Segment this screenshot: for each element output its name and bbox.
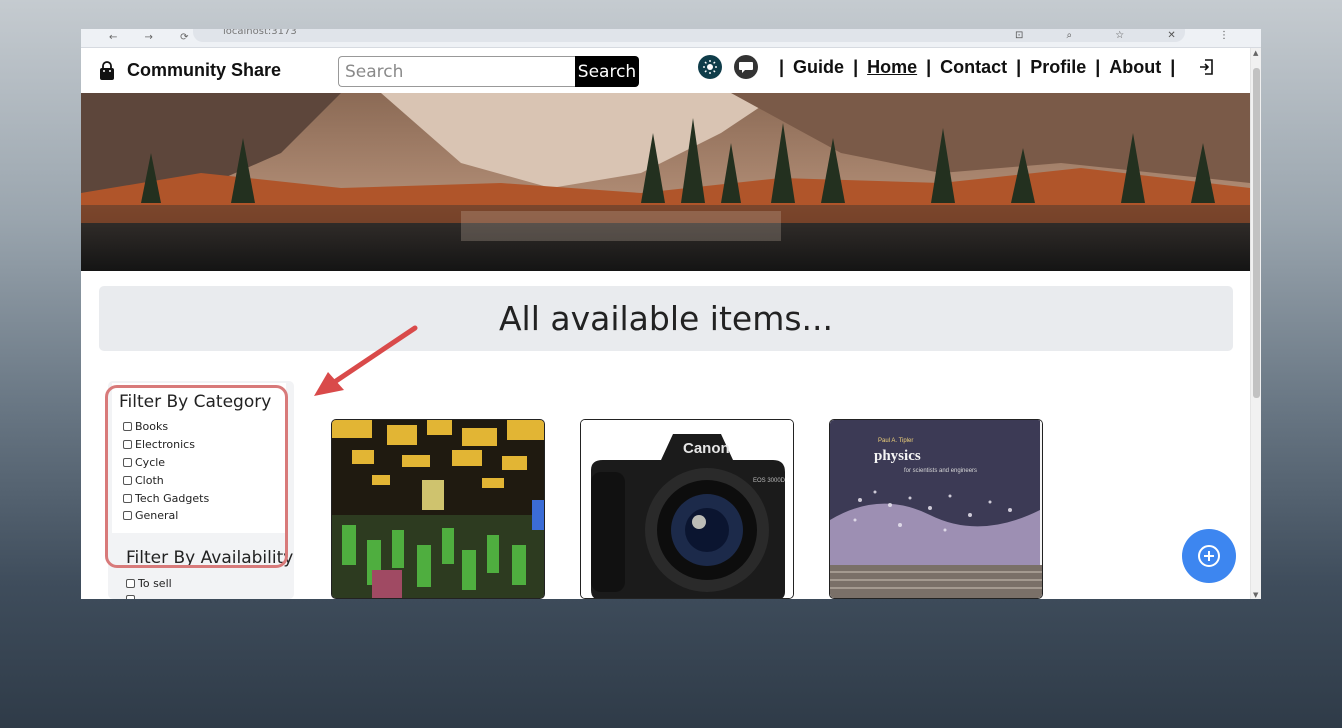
chat-bubble-icon[interactable]	[734, 55, 758, 79]
scroll-up-icon[interactable]: ▲	[1253, 49, 1258, 57]
nav-link-contact[interactable]: Contact	[940, 57, 1007, 78]
checkbox[interactable]	[126, 595, 135, 599]
page-scrollbar[interactable]: ▲ ▼	[1250, 48, 1261, 599]
checkbox-label: To sell	[138, 577, 172, 590]
search-button[interactable]: Search	[575, 56, 639, 87]
item-card-camera[interactable]: Canon EOS 3000D	[580, 419, 794, 599]
availability-checkbox-to-sell[interactable]: To sell	[126, 577, 172, 590]
scrollbar-thumb[interactable]	[1253, 68, 1260, 398]
shopping-bag-icon	[100, 60, 114, 80]
nav-separator: |	[779, 56, 785, 77]
camera-brand-label: Canon	[683, 440, 730, 457]
checkbox[interactable]	[126, 579, 135, 588]
browser-toolbar-icons[interactable]: ⊡ ⌕ ☆ ✕ ⋮	[1015, 30, 1249, 41]
annotation-highlight-box	[105, 385, 288, 568]
camera-model-label: EOS 3000D	[753, 478, 786, 484]
search-form: Search	[338, 56, 639, 87]
brand-name: Community Share	[127, 60, 282, 80]
nav-link-guide[interactable]: Guide	[793, 57, 844, 78]
nav-separator: |	[853, 56, 859, 77]
item-card-book[interactable]: Paul A. Tipler physics for scientists an…	[829, 419, 1043, 599]
search-input[interactable]	[338, 56, 575, 87]
navbar: Community Share Search Search | Guide | …	[81, 49, 1250, 93]
nav-link-home[interactable]: Home	[867, 57, 917, 78]
address-bar-url: localhost:3173	[223, 29, 297, 37]
item-image-minecraft	[332, 420, 544, 598]
book-title-label: physics	[874, 448, 921, 464]
logout-icon[interactable]	[1198, 58, 1216, 76]
item-card-game[interactable]	[331, 419, 545, 599]
plus-circle-icon	[1198, 545, 1220, 567]
item-image-physics-book: Paul A. Tipler physics for scientists an…	[830, 420, 1042, 598]
browser-toolbar: ← → ⟳ localhost:3173 ⊡ ⌕ ☆ ✕ ⋮	[81, 29, 1261, 48]
nav-separator: |	[1016, 56, 1022, 77]
nav-separator: |	[1095, 56, 1101, 77]
hero-banner-image	[81, 93, 1250, 271]
availability-checkbox-partial[interactable]	[126, 595, 138, 599]
sun-icon[interactable]	[698, 55, 722, 79]
page-heading-banner: All available items...	[99, 286, 1233, 351]
nav-link-about[interactable]: About	[1109, 57, 1161, 78]
add-item-button[interactable]	[1182, 529, 1236, 583]
nav-separator: |	[1170, 56, 1176, 77]
item-image-camera: Canon EOS 3000D	[581, 420, 793, 598]
brand[interactable]: Community Share	[97, 60, 281, 81]
scroll-down-icon[interactable]: ▼	[1253, 591, 1258, 599]
page-title: All available items...	[498, 299, 834, 338]
book-author-label: Paul A. Tipler	[878, 438, 913, 444]
nav-separator: |	[926, 56, 932, 77]
nav-links: | Guide | Home | Contact | Profile | Abo…	[698, 55, 1216, 79]
book-subtitle-label: for scientists and engineers	[904, 468, 977, 474]
nav-link-profile[interactable]: Profile	[1030, 57, 1086, 78]
browser-nav-buttons[interactable]: ← → ⟳	[109, 32, 201, 43]
annotation-arrow-icon	[314, 325, 418, 396]
